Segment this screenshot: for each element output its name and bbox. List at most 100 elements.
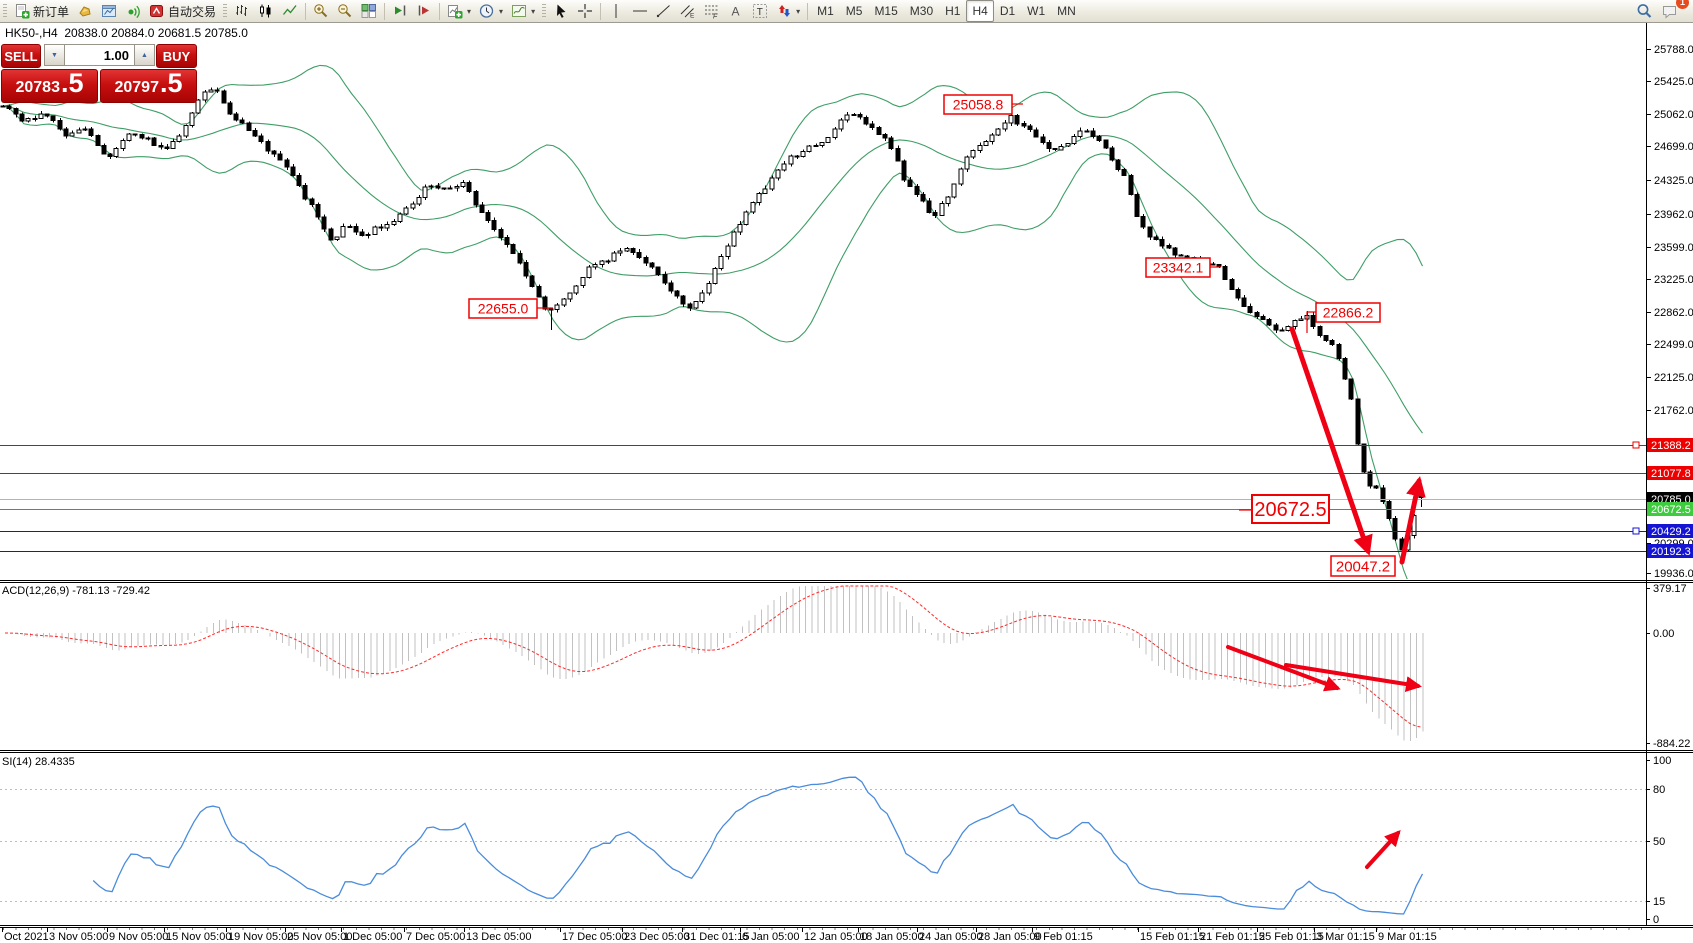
- text-label-icon: T: [752, 3, 768, 19]
- svg-text:20192.3: 20192.3: [1651, 546, 1691, 558]
- gold-button[interactable]: [73, 0, 97, 22]
- chart-shift-icon: [416, 3, 432, 19]
- svg-text:T: T: [757, 7, 763, 18]
- time-tick-label: 3 Nov 05:00: [49, 931, 108, 943]
- volume-decrease-button[interactable]: ▼: [44, 44, 65, 66]
- rsi-tick-label: 50: [1653, 836, 1665, 848]
- timeframe-d1[interactable]: D1: [994, 0, 1021, 22]
- timeframe-m5[interactable]: M5: [840, 0, 869, 22]
- timeframe-m1[interactable]: M1: [811, 0, 840, 22]
- svg-text:20429.2: 20429.2: [1651, 526, 1691, 538]
- zoom-in-icon: [313, 3, 329, 19]
- auto-scroll-button[interactable]: [388, 0, 412, 22]
- volume-stepper: ▼ ▲: [44, 44, 155, 66]
- price-tick-label: 23962.0: [1654, 209, 1693, 221]
- price-callouts: 22655.025058.823342.122866.220672.520047…: [469, 95, 1395, 576]
- zoom-out-button[interactable]: [333, 0, 357, 22]
- timeframe-w1[interactable]: W1: [1021, 0, 1051, 22]
- svg-text:21077.8: 21077.8: [1651, 468, 1691, 480]
- volume-increase-button[interactable]: ▲: [134, 44, 155, 66]
- svg-text:F: F: [713, 14, 718, 20]
- chart-shift-button[interactable]: [412, 0, 436, 22]
- timeframe-m15[interactable]: M15: [868, 0, 903, 22]
- toolbar-grip: [3, 4, 7, 19]
- new-order-button[interactable]: 新订单: [10, 0, 73, 22]
- buy-label: BUY: [163, 49, 190, 64]
- sell-price-frac: .5: [61, 70, 84, 96]
- time-tick-label: 3 Mar 01:15: [1316, 931, 1375, 943]
- timeframe-h1[interactable]: H1: [939, 0, 966, 22]
- buy-price[interactable]: 20797.5: [100, 69, 197, 103]
- fibonacci-icon: F: [704, 3, 720, 19]
- chevron-down-icon: ▾: [796, 7, 800, 16]
- time-tick-label: 9 Nov 05:00: [109, 931, 168, 943]
- period-selector-button[interactable]: ▾: [475, 0, 507, 22]
- sell-button[interactable]: SELL: [1, 44, 41, 68]
- fibonacci-tool-button[interactable]: F: [700, 0, 724, 22]
- add-indicator-button[interactable]: ▾: [443, 0, 475, 22]
- sell-price[interactable]: 20783.5: [1, 69, 98, 103]
- zoom-in-button[interactable]: [309, 0, 333, 22]
- volume-input[interactable]: [65, 44, 134, 66]
- chevron-down-icon: ▾: [499, 7, 503, 16]
- chart-canvas[interactable]: 25788.025425.025062.024699.024325.023962…: [0, 0, 1693, 943]
- candlestick-chart-button[interactable]: [254, 0, 278, 22]
- signal-button[interactable]: [121, 0, 145, 22]
- arrow-shapes-button[interactable]: ▾: [772, 0, 804, 22]
- line-chart-button[interactable]: [278, 0, 302, 22]
- vertical-line-tool-button[interactable]: [604, 0, 628, 22]
- cursor-tool-button[interactable]: [549, 0, 573, 22]
- autotrade-label: 自动交易: [168, 3, 216, 20]
- buy-price-main: 20797: [114, 79, 159, 97]
- text-tool-button[interactable]: A: [724, 0, 748, 22]
- rsi-tick-label: 80: [1653, 784, 1665, 796]
- tile-windows-button[interactable]: [357, 0, 381, 22]
- price-tick-label: 22862.0: [1654, 307, 1693, 319]
- rsi-tick-label: 15: [1653, 896, 1665, 908]
- time-tick-label: Oct 2021: [4, 931, 49, 943]
- svg-text:E: E: [690, 13, 695, 20]
- time-tick-label: 7 Dec 05:00: [406, 931, 465, 943]
- trend-line-tool-button[interactable]: [652, 0, 676, 22]
- autotrade-button[interactable]: 自动交易: [145, 0, 220, 22]
- time-tick-label: 9 Feb 01:15: [1034, 931, 1093, 943]
- auto-scroll-icon: [392, 3, 408, 19]
- chart-window-button[interactable]: [97, 0, 121, 22]
- signal-icon: [125, 3, 141, 19]
- tile-windows-icon: [361, 3, 377, 19]
- time-tick-label: 25 Feb 01:15: [1259, 931, 1324, 943]
- line-chart-icon: [282, 3, 298, 19]
- svg-text:A: A: [732, 5, 740, 19]
- callout-label: 25058.8: [953, 97, 1004, 113]
- time-tick-label: 13 Dec 05:00: [466, 931, 531, 943]
- equidistant-channel-tool-button[interactable]: E: [676, 0, 700, 22]
- arrow-shapes-icon: [776, 3, 792, 19]
- timeframe-m30[interactable]: M30: [904, 0, 939, 22]
- one-click-trade-panel: SELL ▼ ▲ BUY 20783.5 20797.5: [1, 43, 195, 101]
- svg-text:21388.2: 21388.2: [1651, 440, 1691, 452]
- trend-line-icon: [656, 3, 672, 19]
- time-tick-label: 17 Dec 05:00: [562, 931, 627, 943]
- time-tick-label: 24 Jan 05:00: [919, 931, 983, 943]
- chart-template-button[interactable]: ▾: [507, 0, 539, 22]
- toolbar-grip: [223, 4, 227, 19]
- crosshair-tool-button[interactable]: [573, 0, 597, 22]
- sell-price-main: 20783: [15, 79, 60, 97]
- cursor-icon: [553, 3, 569, 19]
- notifications-button[interactable]: 1: [1657, 0, 1683, 22]
- price-tick-label: 22125.0: [1654, 372, 1693, 384]
- time-tick-label: 28 Jan 05:00: [978, 931, 1042, 943]
- bar-chart-button[interactable]: [230, 0, 254, 22]
- horizontal-line-tool-button[interactable]: [628, 0, 652, 22]
- search-button[interactable]: [1632, 0, 1657, 22]
- timeframe-mn[interactable]: MN: [1051, 0, 1082, 22]
- rsi-tick-label: 0: [1653, 914, 1659, 926]
- timeframe-h4[interactable]: H4: [966, 0, 993, 22]
- buy-button[interactable]: BUY: [156, 44, 197, 68]
- chart-header: HK50-,H4 20838.0 20884.0 20681.5 20785.0: [5, 26, 248, 40]
- text-label-tool-button[interactable]: T: [748, 0, 772, 22]
- time-tick-label: 23 Dec 05:00: [624, 931, 689, 943]
- callout-label: 22866.2: [1323, 305, 1374, 321]
- equidistant-channel-icon: E: [680, 3, 696, 19]
- callout-label: 23342.1: [1153, 260, 1204, 276]
